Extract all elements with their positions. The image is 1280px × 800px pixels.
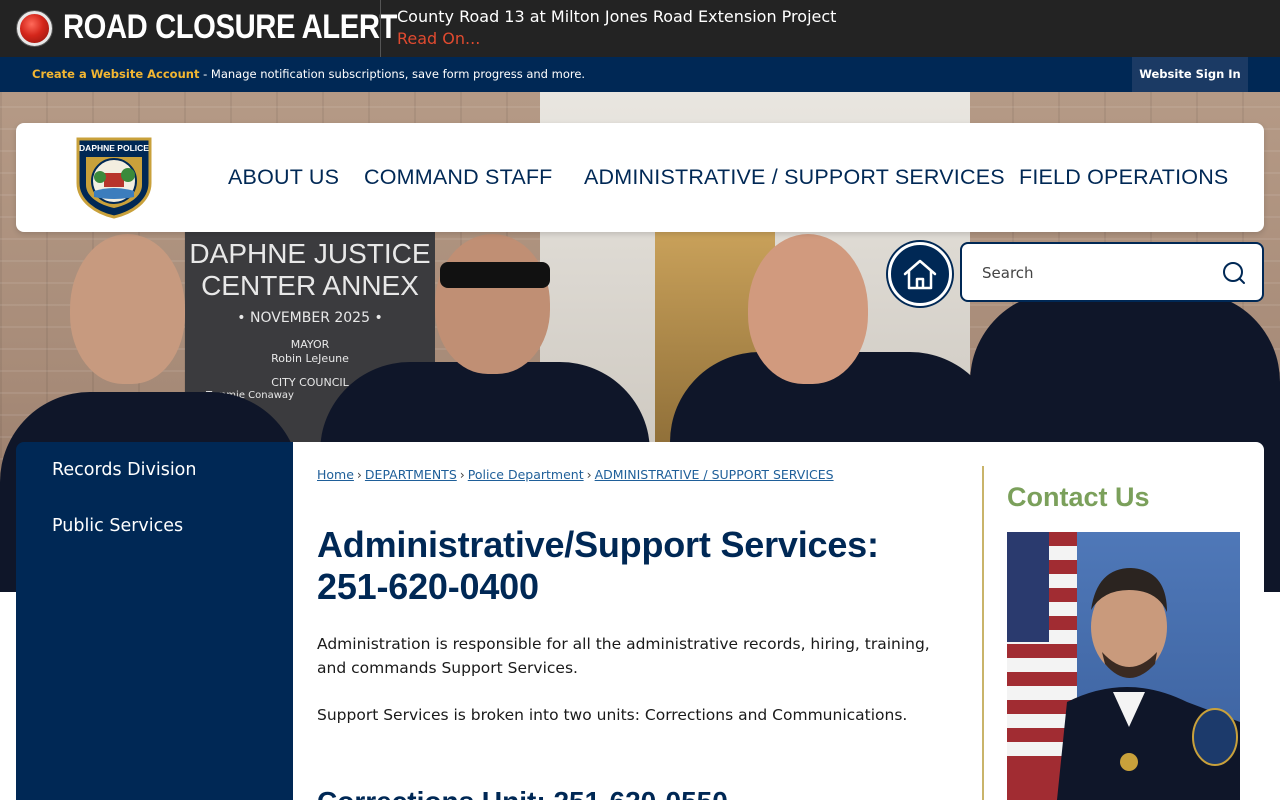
contact-photo-illustration	[1007, 532, 1240, 800]
sidebar-item-records-division[interactable]: Records Division	[52, 460, 196, 480]
website-sign-in-button[interactable]: Website Sign In	[1132, 57, 1248, 92]
breadcrumb: Home › DEPARTMENTS › Police Department › ADMIN…	[317, 467, 834, 482]
breadcrumb-separator: ›	[459, 467, 465, 482]
alert-read-on-link[interactable]: Read On...	[397, 29, 480, 48]
alert-divider	[380, 0, 381, 57]
breadcrumb-separator: ›	[586, 467, 592, 482]
nav-command-staff[interactable]: COMMAND STAFF	[364, 165, 553, 190]
badge-logo-text: DAPHNE POLICE	[79, 143, 149, 153]
plaque-title-line-2: CENTER ANNEX	[201, 270, 419, 301]
alert-indicator-icon	[17, 11, 52, 46]
sidebar-item-public-services[interactable]: Public Services	[52, 516, 183, 536]
account-bar: Create a Website Account - Manage notifi…	[0, 57, 1280, 92]
breadcrumb-home[interactable]: Home	[317, 467, 354, 482]
sidebar: Records Division Public Services	[16, 442, 293, 800]
home-icon	[903, 259, 937, 290]
account-bar-description: - Manage notification subscriptions, sav…	[199, 67, 586, 81]
breadcrumb-departments[interactable]: DEPARTMENTS	[365, 467, 457, 482]
plaque-date: • NOVEMBER 2025 •	[237, 310, 383, 326]
plaque-title-line-1: DAPHNE JUSTICE	[189, 238, 431, 269]
breadcrumb-separator: ›	[356, 467, 362, 482]
content-paragraph-1: Administration is responsible for all th…	[317, 635, 930, 677]
road-closure-alert-bar: ROAD CLOSURE ALERT County Road 13 at Mil…	[0, 0, 1280, 57]
home-button[interactable]	[888, 242, 952, 306]
daphne-police-badge-logo[interactable]: DAPHNE POLICE	[74, 135, 154, 219]
content-paragraph-2: Support Services is broken into two unit…	[317, 706, 908, 724]
alert-message[interactable]: County Road 13 at Milton Jones Road Exte…	[397, 7, 836, 26]
page-title: Administrative/Support Services: 251-620…	[317, 524, 879, 607]
search-box	[960, 242, 1264, 302]
officer-3-head	[748, 234, 868, 384]
alert-title: ROAD CLOSURE ALERT	[63, 8, 397, 46]
plaque-mayor-label: MAYOR	[290, 338, 330, 351]
account-bar-text: Create a Website Account - Manage notifi…	[32, 67, 585, 81]
corrections-unit-heading: Corrections Unit: 251-620-0550	[317, 786, 728, 800]
nav-field-operations[interactable]: FIELD OPERATIONS	[1019, 165, 1228, 190]
officer-2-sunglasses	[440, 262, 550, 288]
nav-administrative-support-services[interactable]: ADMINISTRATIVE / SUPPORT SERVICES	[584, 165, 1005, 190]
nav-about-us[interactable]: ABOUT US	[228, 165, 339, 190]
create-account-link[interactable]: Create a Website Account	[32, 67, 199, 81]
search-icon[interactable]	[1222, 261, 1246, 285]
breadcrumb-administrative-support-services[interactable]: ADMINISTRATIVE / SUPPORT SERVICES	[595, 467, 834, 482]
search-input[interactable]	[982, 260, 1212, 286]
contact-officer-photo	[1007, 532, 1240, 800]
content-divider	[982, 466, 984, 800]
contact-us-heading: Contact Us	[1007, 482, 1150, 512]
officer-2-head	[435, 234, 550, 374]
breadcrumb-police-department[interactable]: Police Department	[468, 467, 584, 482]
officer-1-head	[70, 234, 185, 384]
